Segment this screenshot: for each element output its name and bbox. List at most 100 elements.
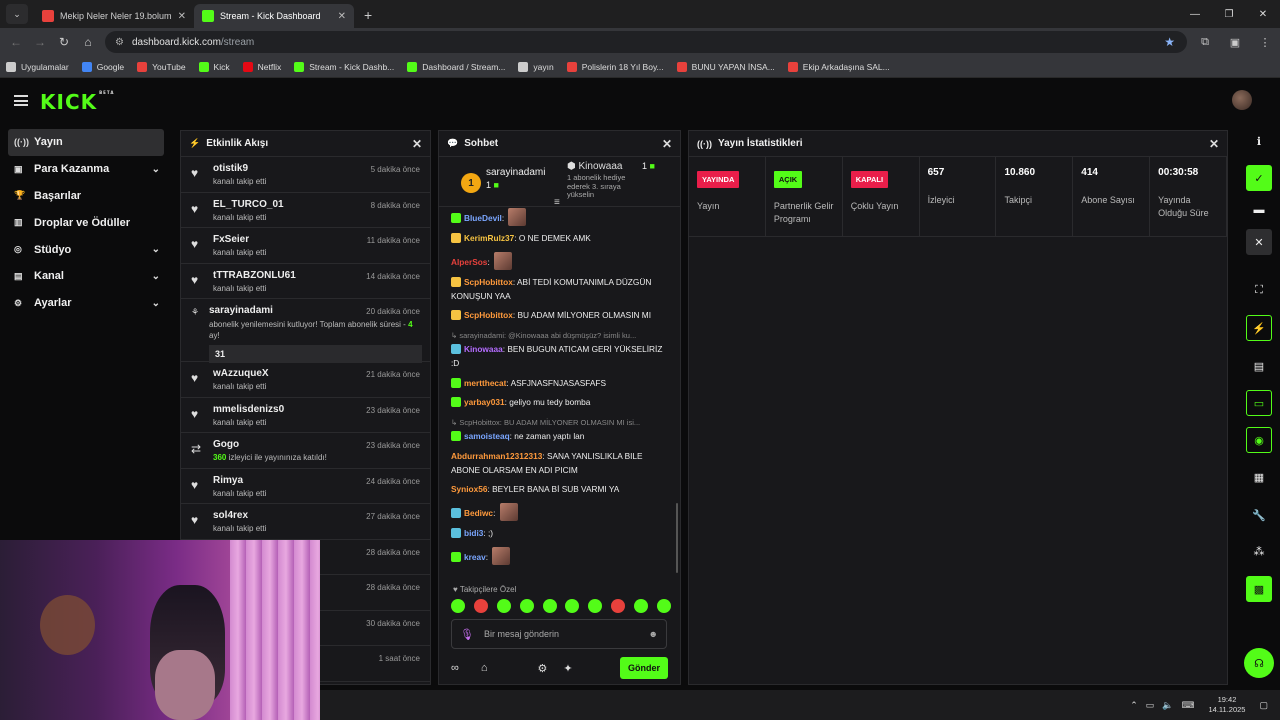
chat-username[interactable]: samoisteaq (464, 431, 510, 441)
browser-tab-kick[interactable]: Stream - Kick Dashboard ✕ (194, 4, 354, 28)
extensions-icon[interactable]: ⧉ (1190, 36, 1220, 49)
notification-icon[interactable]: ▢ (1259, 700, 1268, 711)
bookmark-item[interactable]: Polislerin 18 Yıl Boy... (566, 61, 664, 72)
chat-username[interactable]: bidi3 (464, 528, 483, 538)
layout-icon[interactable]: ▬ (1246, 197, 1272, 223)
clock[interactable]: 19:42 14.11.2025 (1209, 695, 1246, 715)
chat-username[interactable]: ScpHobittox (464, 277, 513, 287)
emoji-icon[interactable]: ☻ (649, 629, 658, 639)
new-tab-button[interactable]: + (364, 7, 372, 23)
emote[interactable] (611, 599, 626, 613)
chat-input[interactable]: 🎙 Bir mesaj gönderin ☻ (451, 619, 667, 649)
chevron-up-icon[interactable]: ⌃ (1130, 700, 1138, 711)
emote[interactable] (496, 599, 511, 613)
wrench-icon[interactable]: 🔧 (1246, 502, 1272, 528)
sidebar-item[interactable]: ((·)) Yayın (8, 129, 164, 156)
reload-button[interactable]: ↻ (52, 35, 76, 49)
bookmark-item[interactable]: Google (81, 61, 124, 72)
profile-icon[interactable]: ▣ (1220, 36, 1250, 49)
infinity-icon[interactable]: ∞ (451, 662, 459, 674)
bookmark-item[interactable]: yayın (518, 61, 554, 72)
home-button[interactable]: ⌂ (76, 35, 100, 49)
sidebar-item[interactable]: ▤ Kanal ⌄ (8, 263, 164, 290)
emote[interactable] (451, 599, 465, 613)
chevron-down-icon[interactable]: ⌄ (152, 298, 160, 309)
clapper-icon[interactable]: ▩ (1246, 576, 1272, 602)
bookmark-item[interactable]: Dashboard / Stream... (407, 61, 505, 72)
bookmark-item[interactable]: Netflix (242, 61, 281, 72)
emote[interactable] (519, 599, 534, 613)
chat-username[interactable]: BlueDevil (464, 213, 502, 223)
bookmark-star-icon[interactable]: ★ (1164, 35, 1175, 49)
emote[interactable] (473, 599, 488, 613)
close-icon[interactable]: ✕ (662, 137, 672, 151)
emote[interactable] (565, 599, 580, 613)
lightning-icon[interactable]: ⚡ (1246, 315, 1272, 341)
sidebar-item[interactable]: 🏆 Başarılar (8, 183, 164, 210)
bookmark-item[interactable]: BUNU YAPAN İNSA... (676, 61, 775, 72)
chat-username[interactable]: Bediwc (464, 508, 493, 518)
printer-icon[interactable]: ▦ (1246, 464, 1272, 490)
send-button[interactable]: Gönder (619, 657, 668, 679)
chevron-down-icon[interactable]: ⌄ (152, 244, 160, 255)
emote[interactable] (588, 599, 603, 613)
keyboard-icon[interactable]: ⌨ (1182, 700, 1195, 711)
info-icon[interactable]: ℹ (1246, 128, 1272, 154)
sidebar-item[interactable]: ▥ Droplar ve Ödüller (8, 209, 164, 236)
window-close-button[interactable]: ✕ (1246, 0, 1280, 28)
support-icon[interactable]: ☊ (1244, 648, 1274, 678)
mod-icon[interactable]: ✦ (563, 662, 572, 675)
chat-username[interactable]: ScpHobittox (464, 310, 513, 320)
chevron-down-icon[interactable]: ⌄ (152, 271, 160, 282)
kick-logo[interactable]: KICK BETA (40, 90, 114, 114)
chat-username[interactable]: kreav (464, 552, 486, 562)
broadcast-icon[interactable]: ◉ (1246, 427, 1272, 453)
chat-username[interactable]: yarbay031 (464, 397, 505, 407)
chat-username[interactable]: Syniox56 (451, 484, 487, 494)
avatar[interactable] (1232, 90, 1252, 110)
emote[interactable] (634, 599, 648, 613)
chat-username[interactable]: mertthecat (464, 378, 506, 388)
chat-icon[interactable]: ▭ (1246, 390, 1272, 416)
filter-icon[interactable]: ≡ (554, 197, 560, 208)
site-info-icon[interactable]: ⚙ (115, 37, 124, 48)
check-icon[interactable]: ✓ (1246, 165, 1272, 191)
forward-button[interactable]: → (28, 35, 52, 49)
menu-icon[interactable] (14, 95, 28, 106)
url-input[interactable]: ⚙ dashboard.kick.com/stream ★ (105, 31, 1187, 53)
maximize-button[interactable]: ❐ (1212, 0, 1246, 28)
emote[interactable] (656, 599, 671, 613)
bookmark-item[interactable]: Stream - Kick Dashb... (294, 61, 394, 72)
scrollbar[interactable] (676, 503, 678, 573)
gear-icon[interactable]: ⚙ (538, 662, 548, 675)
bookmark-item[interactable]: Ekip Arkadaşına SAL... (787, 61, 890, 72)
minimize-button[interactable]: — (1178, 0, 1212, 28)
browser-tab-youtube[interactable]: Mekip Neler Neler 19.bolum - Y ✕ (34, 4, 194, 28)
close-icon[interactable]: ✕ (412, 137, 422, 151)
close-icon[interactable]: ✕ (178, 11, 186, 22)
chat-username[interactable]: Kinowaaa (464, 344, 503, 354)
volume-icon[interactable]: 🔈 (1162, 700, 1173, 711)
menu-icon[interactable]: ⋮ (1250, 36, 1280, 49)
bookmark-item[interactable]: YouTube (137, 61, 186, 72)
bookmark-item[interactable]: Uygulamalar (6, 61, 69, 72)
emote[interactable] (542, 599, 557, 613)
microphone-icon[interactable]: 🎙 (460, 628, 474, 641)
close-icon[interactable]: ✕ (338, 11, 346, 22)
tab-search-button[interactable]: ⌄ (6, 4, 28, 24)
close-icon[interactable]: ✕ (1246, 229, 1272, 255)
close-icon[interactable]: ✕ (1209, 137, 1219, 151)
back-button[interactable]: ← (4, 35, 28, 49)
sidebar-item[interactable]: ◎ Stüdyo ⌄ (8, 236, 164, 263)
chevron-down-icon[interactable]: ⌄ (152, 164, 160, 175)
store-icon[interactable]: ⌂ (481, 662, 488, 674)
fullscreen-icon[interactable]: ⛶ (1246, 277, 1272, 303)
sidebar-item[interactable]: ⚙ Ayarlar ⌄ (8, 290, 164, 317)
chat-username[interactable]: KerimRulz37 (464, 233, 514, 243)
chat-username[interactable]: AlperSos (451, 257, 487, 267)
bookmark-item[interactable]: Kick (198, 61, 230, 72)
share-icon[interactable]: ⁂ (1246, 538, 1272, 564)
chat-username[interactable]: Abdurrahman12312313 (451, 451, 542, 461)
sidebar-item[interactable]: ▣ Para Kazanma ⌄ (8, 156, 164, 183)
network-icon[interactable]: ▭ (1146, 700, 1155, 711)
